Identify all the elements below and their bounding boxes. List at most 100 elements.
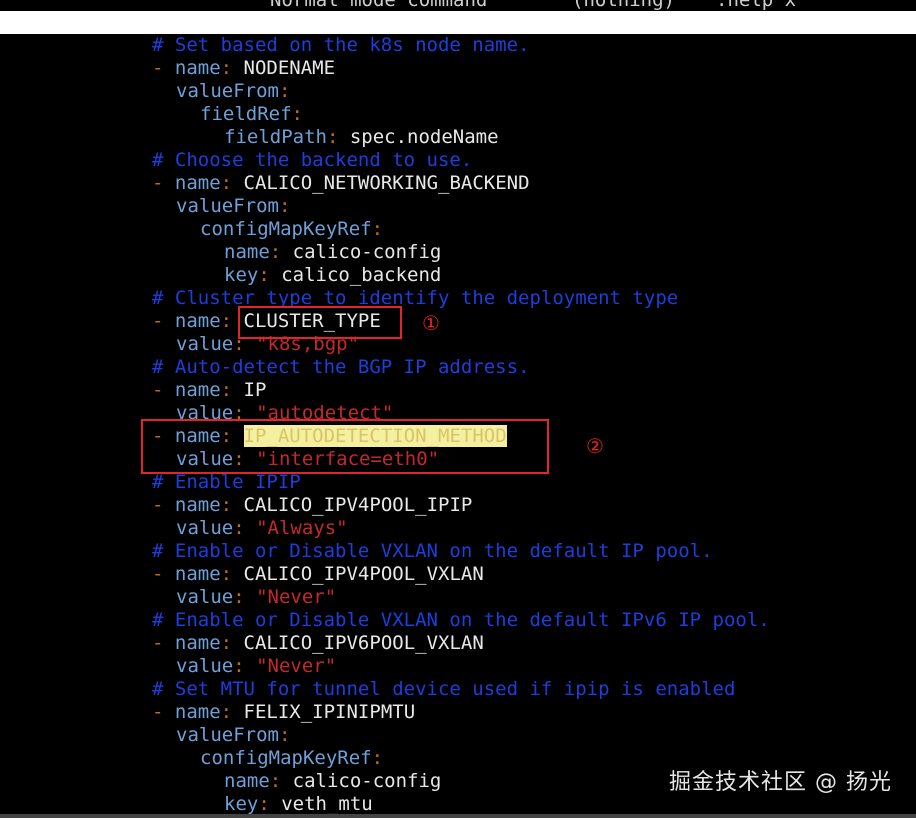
code-token-key: fieldPath <box>224 126 327 148</box>
code-token-colon: : <box>220 379 244 401</box>
code-line: configMapKeyRef: <box>0 218 916 241</box>
code-line: fieldRef: <box>0 103 916 126</box>
code-token-colon: : <box>220 57 244 79</box>
code-token-comment: # Enable or Disable VXLAN on the default… <box>152 609 770 631</box>
code-token-comment: # Enable or Disable VXLAN on the default… <box>152 540 713 562</box>
mode-text: Normal mode command <box>270 0 488 11</box>
code-token-key: valueFrom <box>176 724 279 746</box>
code-token-text: calico-config <box>292 770 442 792</box>
code-line: - name: FELIX_IPINIPMTU <box>0 701 916 724</box>
code-token-key: valueFrom <box>176 195 279 217</box>
code-token-text: IP <box>243 379 267 401</box>
code-token-comment: # Cluster type to identify the deploymen… <box>152 287 679 309</box>
code-token-colon: : <box>269 770 293 792</box>
code-line: # Enable or Disable VXLAN on the default… <box>0 540 916 563</box>
code-token-colon: : <box>233 517 257 539</box>
watermark: 掘金技术社区 @ 扬光 <box>669 770 892 795</box>
buffer-statusbar: help.txt [Help][RO] <box>0 11 916 56</box>
code-line: # Set MTU for tunnel device used if ipip… <box>0 678 916 701</box>
code-line: valueFrom: <box>0 80 916 103</box>
code-token-key: value <box>176 655 234 677</box>
code-token-colon: : <box>220 701 244 723</box>
code-token-key: name <box>174 379 221 401</box>
code-line: key: calico_backend <box>0 264 916 287</box>
code-token-dash: - <box>152 310 175 332</box>
code-token-colon: : <box>220 563 244 585</box>
code-line: value: "k8s,bgp" <box>0 333 916 356</box>
code-token-text: CALICO_NETWORKING_BACKEND <box>243 172 530 194</box>
code-line: # Cluster type to identify the deploymen… <box>0 287 916 310</box>
code-line: valueFrom: <box>0 724 916 747</box>
code-token-colon: : <box>258 264 282 286</box>
code-token-colon: : <box>371 747 384 769</box>
code-token-text: CALICO_IPV4POOL_IPIP <box>243 494 473 516</box>
code-line: value: "Always" <box>0 517 916 540</box>
code-token-dash: - <box>152 632 175 654</box>
code-token-colon: : <box>371 218 384 240</box>
bottom-border <box>0 814 916 818</box>
code-token-dash: - <box>152 701 175 723</box>
code-line: - name: IP <box>0 379 916 402</box>
code-token-str: "Always" <box>256 517 348 539</box>
code-line: - name: CLUSTER_TYPE <box>0 310 916 333</box>
code-line: - name: CALICO_NETWORKING_BACKEND <box>0 172 916 195</box>
code-token-colon: : <box>278 724 291 746</box>
code-token-comment: # Set MTU for tunnel device used if ipip… <box>152 678 736 700</box>
code-token-text: spec.nodeName <box>349 126 499 148</box>
code-token-dash: - <box>152 563 175 585</box>
code-line: value: "Never" <box>0 586 916 609</box>
code-token-colon: : <box>326 126 350 148</box>
code-token-colon: : <box>220 494 244 516</box>
code-token-text: calico_backend <box>281 264 442 286</box>
code-line: - name: NODENAME <box>0 57 916 80</box>
code-token-colon: : <box>291 103 303 125</box>
code-token-text: NODENAME <box>243 57 336 79</box>
code-token-key: name <box>174 57 221 79</box>
terminal-screen: Normal mode command (nothing) :help x he… <box>0 0 916 818</box>
code-token-colon: : <box>233 655 257 677</box>
top-status-line: Normal mode command (nothing) :help x <box>0 0 916 10</box>
code-line: valueFrom: <box>0 195 916 218</box>
code-token-key: name <box>174 563 221 585</box>
code-token-text: veth_mtu <box>281 793 373 815</box>
code-line: # Set based on the k8s node name. <box>0 34 916 57</box>
code-token-text: FELIX_IPINIPMTU <box>243 701 416 723</box>
code-token-colon: : <box>278 195 291 217</box>
annotation-box-autodetection <box>141 419 549 474</box>
code-token-key: value <box>176 333 234 355</box>
code-token-comment: # Auto-detect the BGP IP address. <box>152 356 530 378</box>
code-token-comment: # Enable IPIP <box>152 471 301 493</box>
code-token-key: value <box>176 586 234 608</box>
code-token-key: key <box>224 793 259 815</box>
code-token-key: configMapKeyRef <box>200 218 372 240</box>
mode-value: (nothing) <box>572 0 675 11</box>
code-token-key: key <box>224 264 259 286</box>
code-token-key: name <box>174 310 221 332</box>
code-line: fieldPath: spec.nodeName <box>0 126 916 149</box>
code-token-key: name <box>174 494 221 516</box>
code-token-dash: - <box>152 379 175 401</box>
code-token-key: name <box>174 701 221 723</box>
code-token-colon: : <box>220 172 244 194</box>
code-token-key: fieldRef <box>200 103 292 125</box>
code-token-key: configMapKeyRef <box>200 747 372 769</box>
code-line: # Auto-detect the BGP IP address. <box>0 356 916 379</box>
code-token-key: name <box>224 770 270 792</box>
code-token-text: CALICO_IPV6POOL_VXLAN <box>243 632 484 654</box>
code-token-dash: - <box>152 494 175 516</box>
code-token-key: name <box>174 632 221 654</box>
code-line: name: calico-config <box>0 241 916 264</box>
code-line: - name: CALICO_IPV4POOL_IPIP <box>0 494 916 517</box>
code-line: # Enable IPIP <box>0 471 916 494</box>
code-token-key: value <box>176 517 234 539</box>
code-token-key: valueFrom <box>176 80 279 102</box>
code-line: # Choose the backend to use. <box>0 149 916 172</box>
annotation-mark-1: ① <box>422 311 440 335</box>
code-token-comment: # Set based on the k8s node name. <box>152 34 530 56</box>
code-token-str: "Never" <box>256 586 337 608</box>
help-command: :help x <box>716 0 797 11</box>
code-token-text: calico-config <box>292 241 442 263</box>
code-token-colon: : <box>220 632 244 654</box>
code-line: key: veth_mtu <box>0 793 916 816</box>
annotation-box-cluster-type <box>238 306 402 339</box>
